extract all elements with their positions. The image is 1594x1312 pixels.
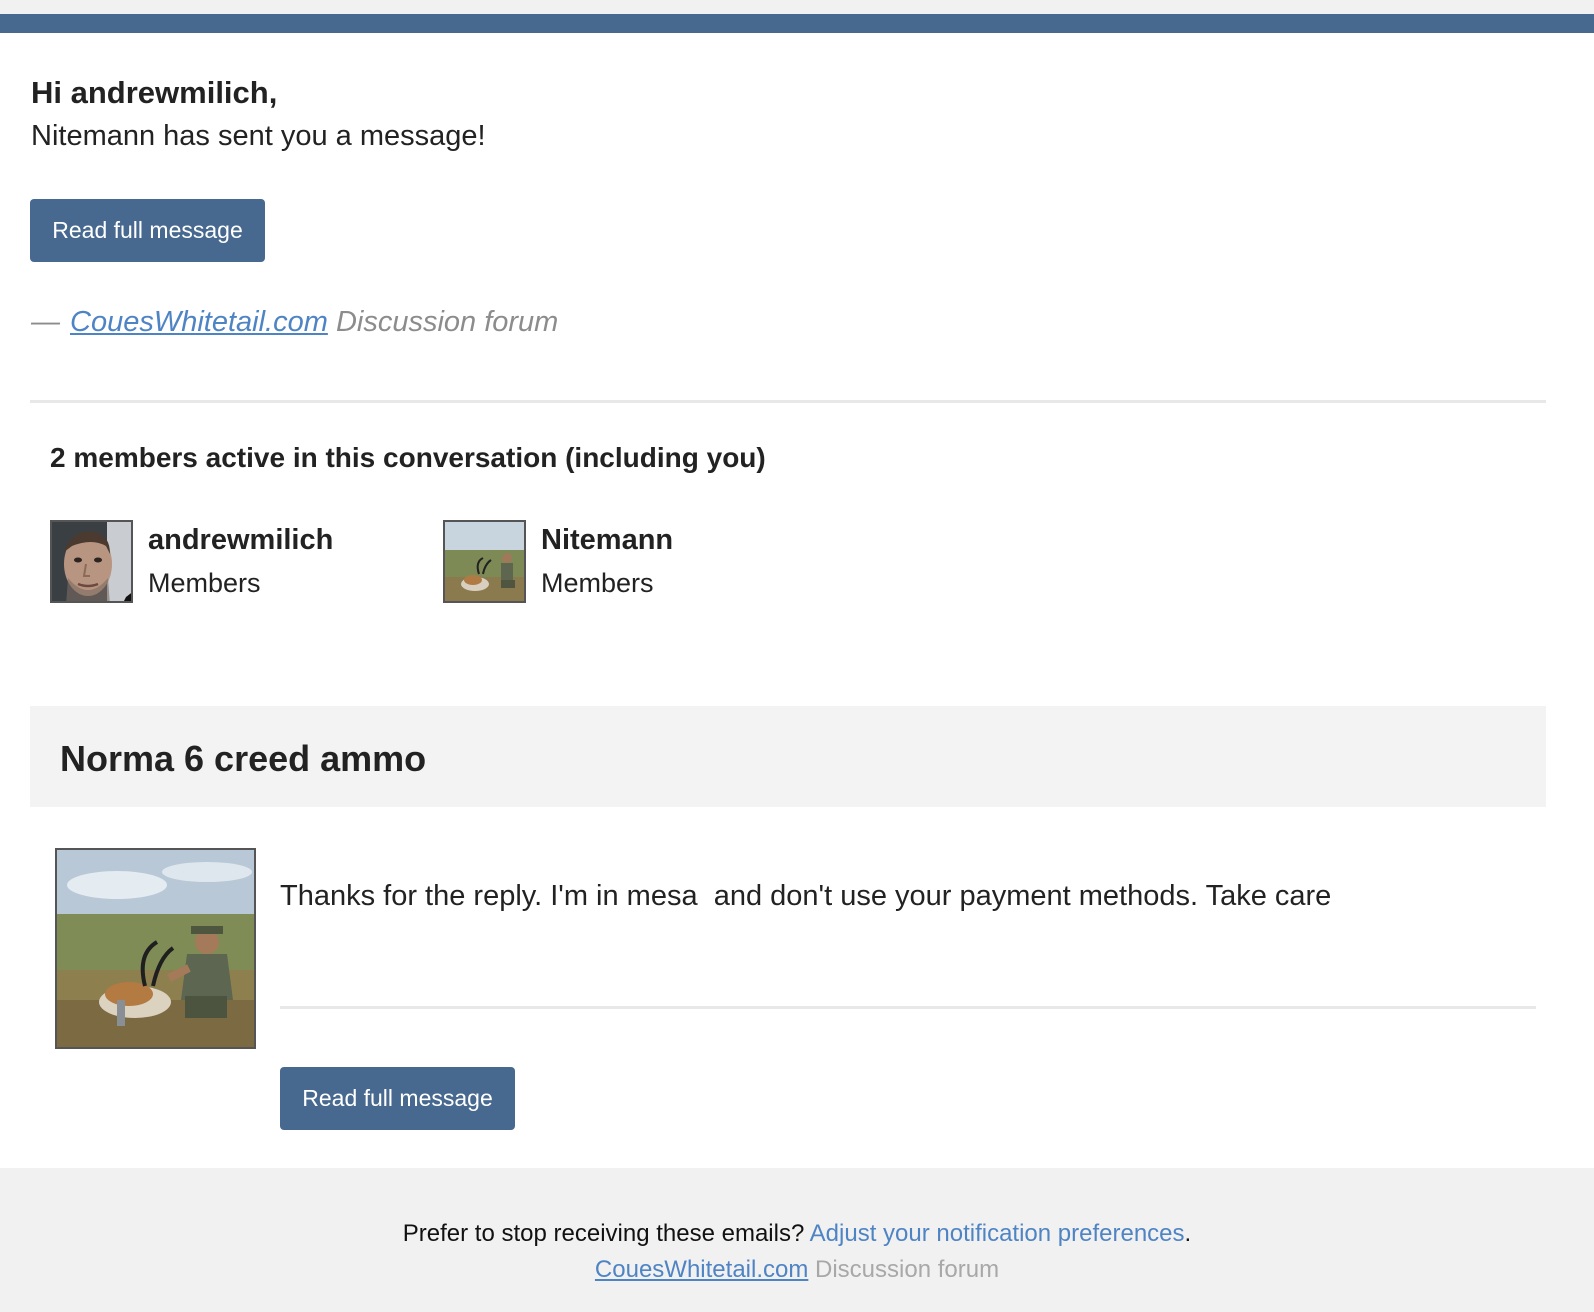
header-bar <box>0 14 1594 33</box>
read-full-message-button[interactable]: Read full message <box>30 199 265 262</box>
footer-site-link[interactable]: CouesWhitetail.com <box>595 1256 808 1283</box>
footer-unsubscribe-line: Prefer to stop receiving these emails? A… <box>0 1220 1594 1248</box>
read-full-message-button[interactable]: Read full message <box>280 1067 515 1130</box>
site-link[interactable]: CouesWhitetail.com <box>70 306 328 338</box>
divider <box>30 400 1546 403</box>
message-body: Thanks for the reply. I'm in mesa and do… <box>280 880 1332 912</box>
signature-dash: — <box>31 306 60 338</box>
hunter-with-antelope-avatar[interactable] <box>443 520 526 603</box>
member-name[interactable]: Nitemann <box>541 524 673 557</box>
member-role: Members <box>148 568 261 598</box>
footer-site-suffix: Discussion forum <box>815 1256 1000 1283</box>
notification-preferences-link[interactable]: Adjust your notification preferences <box>810 1220 1185 1247</box>
notification-line: Nitemann has sent you a message! <box>31 120 486 152</box>
footer-site-line: CouesWhitetail.com Discussion forum <box>0 1256 1594 1284</box>
signature: — CouesWhitetail.com Discussion forum <box>31 306 558 339</box>
top-gap <box>0 0 1594 14</box>
footer: Prefer to stop receiving these emails? A… <box>0 1168 1594 1312</box>
member-role: Members <box>541 568 654 598</box>
man-portrait-avatar[interactable] <box>50 520 133 603</box>
members-title: 2 members active in this conversation (i… <box>50 442 766 473</box>
site-suffix: Discussion forum <box>335 306 559 338</box>
greeting: Hi andrewmilich, <box>31 75 278 110</box>
divider <box>280 1006 1536 1009</box>
hunter-with-antelope-avatar[interactable] <box>55 848 256 1049</box>
footer-prompt: Prefer to stop receiving these emails? <box>402 1220 805 1247</box>
conversation-header: Norma 6 creed ammo <box>30 706 1546 807</box>
conversation-title[interactable]: Norma 6 creed ammo <box>60 738 426 780</box>
member-name[interactable]: andrewmilich <box>148 524 333 557</box>
footer-period: . <box>1184 1220 1192 1247</box>
